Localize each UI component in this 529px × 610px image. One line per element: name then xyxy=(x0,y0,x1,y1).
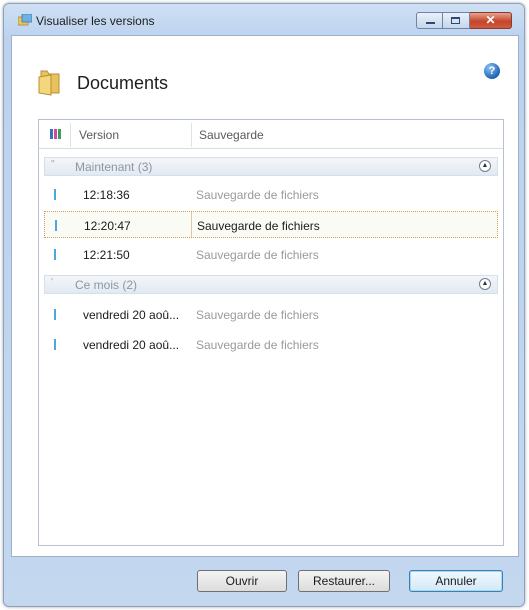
open-button[interactable]: Ouvrir xyxy=(197,570,287,592)
header-separator xyxy=(70,123,71,147)
window-controls: ✕ xyxy=(416,12,512,29)
dialog-content: Documents ? Version Sauvegarde " Mainten… xyxy=(11,35,519,557)
minimize-button[interactable] xyxy=(416,12,443,29)
window-title: Visualiser les versions xyxy=(36,14,155,28)
list-item[interactable]: 12:21:50 Sauvegarde de fichiers xyxy=(44,241,498,268)
item-sauvegarde: Sauvegarde de fichiers xyxy=(196,248,319,262)
version-marker-icon xyxy=(54,309,56,320)
item-version: vendredi 20 aoû... xyxy=(83,308,180,322)
version-marker-icon xyxy=(54,189,56,200)
versions-app-icon xyxy=(18,14,32,26)
page-title: Documents xyxy=(77,73,169,93)
group-label: Ce mois (2) xyxy=(75,278,138,292)
item-version: 12:18:36 xyxy=(83,188,130,202)
header-separator[interactable] xyxy=(191,123,192,147)
version-marker-icon xyxy=(54,249,56,260)
columns-icon xyxy=(50,129,61,139)
collapse-icon[interactable]: ▲ xyxy=(479,160,491,172)
close-button[interactable]: ✕ xyxy=(470,12,512,29)
help-icon[interactable]: ? xyxy=(484,63,500,79)
minimize-icon xyxy=(426,22,435,24)
item-version: vendredi 20 aoû... xyxy=(83,338,180,352)
group-header-ce-mois[interactable]: ' Ce mois (2) ▲ xyxy=(44,275,498,294)
group-label: Maintenant (3) xyxy=(75,160,153,174)
folder-icon xyxy=(38,70,60,96)
restore-button[interactable]: Restaurer... xyxy=(298,570,390,592)
item-version: 12:21:50 xyxy=(83,248,130,262)
item-sauvegarde: Sauvegarde de fichiers xyxy=(196,308,319,322)
list-item[interactable]: 12:18:36 Sauvegarde de fichiers xyxy=(44,181,498,208)
item-sauvegarde: Sauvegarde de fichiers xyxy=(196,188,319,202)
maximize-button[interactable] xyxy=(443,12,470,29)
list-item[interactable]: vendredi 20 aoû... Sauvegarde de fichier… xyxy=(44,331,498,358)
versions-list[interactable]: Version Sauvegarde " Maintenant (3) ▲ 12… xyxy=(38,119,504,546)
dialog-window: Visualiser les versions ✕ Documents ? Ve… xyxy=(3,3,525,607)
column-header-sauvegarde[interactable]: Sauvegarde xyxy=(199,128,264,142)
group-marker: ' xyxy=(51,277,53,288)
button-bar: Ouvrir Restaurer... Annuler xyxy=(4,555,524,605)
cell-divider xyxy=(191,212,192,237)
cancel-button[interactable]: Annuler xyxy=(409,570,503,592)
item-sauvegarde: Sauvegarde de fichiers xyxy=(196,338,319,352)
item-version: 12:20:47 xyxy=(84,219,131,233)
collapse-icon[interactable]: ▲ xyxy=(479,278,491,290)
close-icon: ✕ xyxy=(485,13,496,27)
list-item-selected[interactable]: 12:20:47 Sauvegarde de fichiers xyxy=(44,211,498,238)
version-marker-icon xyxy=(55,220,57,231)
item-sauvegarde: Sauvegarde de fichiers xyxy=(197,219,320,233)
title-bar[interactable]: Visualiser les versions ✕ xyxy=(4,4,524,36)
list-header: Version Sauvegarde xyxy=(39,120,503,149)
maximize-icon xyxy=(451,17,460,24)
group-marker: " xyxy=(51,159,55,170)
list-item[interactable]: vendredi 20 aoû... Sauvegarde de fichier… xyxy=(44,301,498,328)
version-marker-icon xyxy=(54,339,56,350)
group-header-maintenant[interactable]: " Maintenant (3) ▲ xyxy=(44,157,498,176)
column-header-version[interactable]: Version xyxy=(79,128,119,142)
